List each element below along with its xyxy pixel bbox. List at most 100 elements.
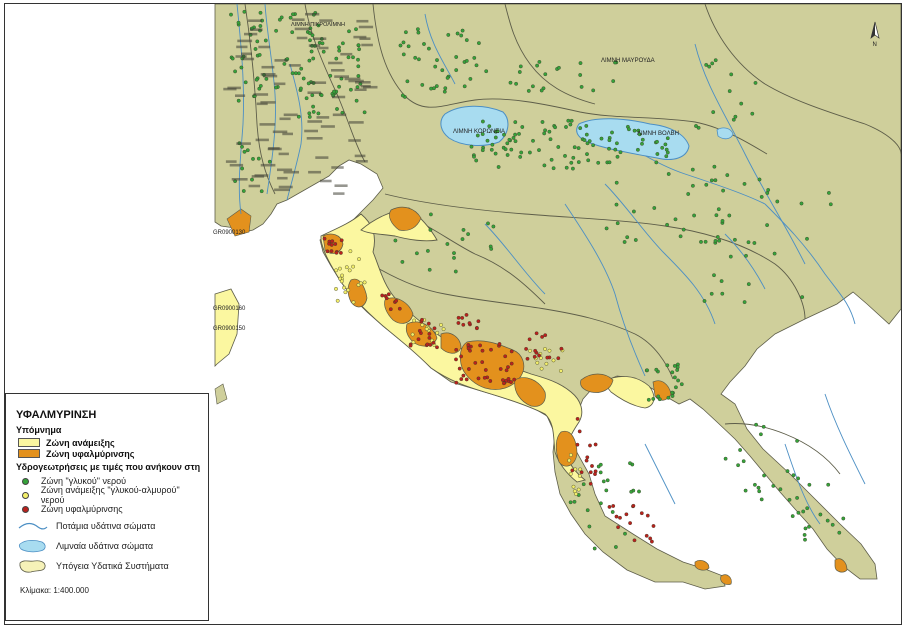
- borehole-point[interactable]: [625, 235, 630, 240]
- borehole-point[interactable]: [746, 282, 751, 286]
- borehole-point[interactable]: [240, 166, 245, 171]
- borehole-point[interactable]: [454, 55, 459, 59]
- borehole-point[interactable]: [508, 80, 513, 85]
- borehole-point[interactable]: [757, 489, 762, 494]
- borehole-point[interactable]: [512, 377, 517, 382]
- borehole-point[interactable]: [490, 142, 495, 147]
- borehole-point[interactable]: [388, 307, 393, 312]
- borehole-point[interactable]: [400, 93, 405, 98]
- borehole-point[interactable]: [518, 64, 523, 69]
- borehole-point[interactable]: [520, 125, 525, 129]
- borehole-point[interactable]: [651, 524, 656, 528]
- borehole-point[interactable]: [655, 139, 659, 144]
- borehole-point[interactable]: [511, 135, 516, 140]
- borehole-point[interactable]: [674, 385, 678, 390]
- borehole-point[interactable]: [604, 226, 609, 231]
- borehole-point[interactable]: [633, 238, 638, 242]
- borehole-point[interactable]: [337, 84, 341, 89]
- borehole-point[interactable]: [739, 101, 744, 106]
- borehole-point[interactable]: [582, 138, 587, 143]
- borehole-point[interactable]: [801, 509, 806, 514]
- borehole-point[interactable]: [800, 295, 805, 299]
- borehole-point[interactable]: [257, 53, 262, 57]
- borehole-point[interactable]: [654, 160, 659, 165]
- borehole-point[interactable]: [539, 88, 544, 93]
- borehole-point[interactable]: [709, 178, 714, 183]
- borehole-point[interactable]: [665, 136, 670, 141]
- borehole-point[interactable]: [298, 86, 303, 91]
- borehole-point[interactable]: [393, 238, 398, 243]
- borehole-point[interactable]: [233, 69, 238, 74]
- borehole-point[interactable]: [400, 259, 405, 264]
- borehole-point[interactable]: [461, 373, 466, 378]
- borehole-point[interactable]: [616, 525, 620, 530]
- borehole-point[interactable]: [256, 156, 261, 161]
- borehole-point[interactable]: [384, 296, 389, 301]
- borehole-point[interactable]: [796, 476, 800, 481]
- borehole-point[interactable]: [405, 79, 410, 84]
- borehole-point[interactable]: [629, 489, 634, 494]
- borehole-point[interactable]: [614, 180, 619, 185]
- borehole-point[interactable]: [584, 132, 589, 137]
- borehole-point[interactable]: [526, 89, 531, 93]
- borehole-point[interactable]: [483, 368, 488, 372]
- borehole-point[interactable]: [460, 315, 465, 320]
- borehole-point[interactable]: [648, 536, 653, 541]
- borehole-point[interactable]: [803, 526, 808, 531]
- borehole-point[interactable]: [434, 84, 439, 89]
- borehole-point[interactable]: [601, 479, 606, 484]
- borehole-point[interactable]: [357, 257, 361, 262]
- borehole-point[interactable]: [524, 346, 528, 351]
- borehole-point[interactable]: [452, 255, 456, 260]
- borehole-point[interactable]: [527, 337, 532, 342]
- borehole-point[interactable]: [545, 355, 550, 360]
- borehole-point[interactable]: [673, 217, 678, 222]
- borehole-point[interactable]: [559, 346, 564, 351]
- borehole-point[interactable]: [306, 81, 311, 86]
- borehole-point[interactable]: [406, 44, 411, 49]
- borehole-point[interactable]: [746, 240, 751, 245]
- borehole-point[interactable]: [585, 455, 590, 460]
- borehole-point[interactable]: [282, 62, 287, 66]
- borehole-point[interactable]: [344, 265, 349, 270]
- borehole-point[interactable]: [733, 237, 737, 242]
- borehole-point[interactable]: [296, 71, 301, 76]
- borehole-point[interactable]: [304, 96, 309, 101]
- borehole-point[interactable]: [666, 395, 671, 400]
- borehole-point[interactable]: [572, 499, 577, 504]
- borehole-point[interactable]: [599, 501, 603, 506]
- borehole-point[interactable]: [230, 56, 235, 61]
- borehole-point[interactable]: [340, 41, 345, 46]
- borehole-point[interactable]: [446, 32, 451, 37]
- borehole-point[interactable]: [356, 74, 361, 78]
- borehole-point[interactable]: [454, 357, 458, 362]
- borehole-point[interactable]: [725, 173, 730, 178]
- borehole-point[interactable]: [330, 239, 335, 244]
- borehole-point[interactable]: [576, 160, 581, 165]
- borehole-point[interactable]: [699, 239, 703, 244]
- borehole-point[interactable]: [236, 20, 241, 25]
- borehole-point[interactable]: [743, 488, 748, 493]
- borehole-point[interactable]: [398, 43, 403, 48]
- borehole-point[interactable]: [346, 55, 351, 60]
- borehole-point[interactable]: [320, 41, 325, 46]
- borehole-point[interactable]: [245, 148, 250, 153]
- borehole-point[interactable]: [514, 81, 518, 86]
- borehole-point[interactable]: [660, 145, 665, 150]
- borehole-point[interactable]: [571, 155, 576, 160]
- borehole-point[interactable]: [673, 375, 677, 380]
- borehole-point[interactable]: [576, 487, 581, 492]
- borehole-point[interactable]: [610, 510, 615, 514]
- borehole-point[interactable]: [615, 154, 620, 159]
- borehole-point[interactable]: [455, 31, 460, 36]
- borehole-point[interactable]: [416, 337, 421, 342]
- borehole-point[interactable]: [624, 512, 629, 517]
- borehole-point[interactable]: [311, 110, 316, 114]
- borehole-point[interactable]: [496, 165, 501, 169]
- borehole-point[interactable]: [356, 64, 361, 69]
- borehole-point[interactable]: [640, 137, 645, 142]
- borehole-point[interactable]: [528, 348, 532, 353]
- borehole-point[interactable]: [765, 223, 769, 228]
- borehole-point[interactable]: [301, 76, 306, 81]
- borehole-point[interactable]: [679, 382, 684, 387]
